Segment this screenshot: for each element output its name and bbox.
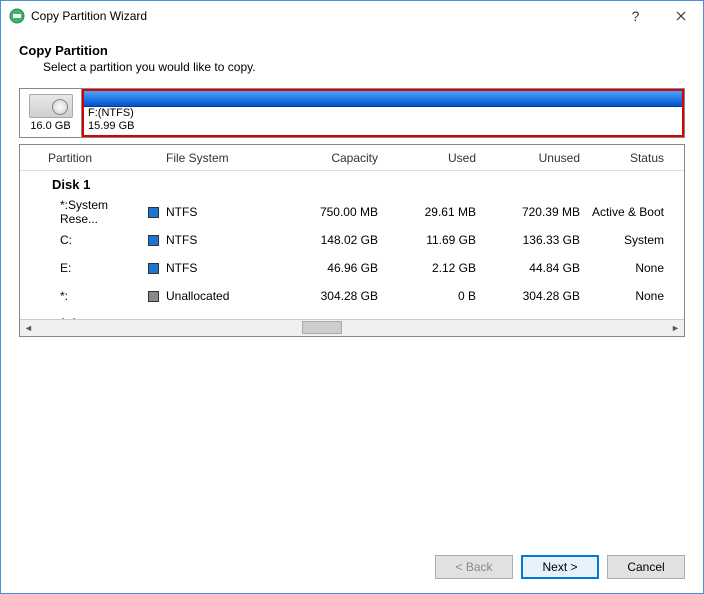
cell-used: 29.61 MB [378,205,476,219]
col-header-filesystem[interactable]: File System [166,151,270,165]
disk-icon [29,94,73,118]
copy-partition-wizard-window: { "window": { "title": "Copy Partition W… [0,0,704,594]
selected-partition-block[interactable]: F:(NTFS) 15.99 GB [82,89,684,137]
disk-group-header: Disk 1 [20,171,684,198]
partition-name-label: F:(NTFS) [84,107,682,120]
cell-capacity: 46.96 GB [270,261,378,275]
cell-filesystem: Unallocated [166,289,270,303]
cell-filesystem: NTFS [166,261,270,275]
cell-fs-indicator [148,261,166,275]
cell-status: None [580,289,678,303]
titlebar: Copy Partition Wizard ? [1,1,703,31]
list-body[interactable]: Disk 1*:System Rese...NTFS750.00 MB29.61… [20,171,684,319]
col-header-unused[interactable]: Unused [476,151,580,165]
partition-usage-bar [84,91,682,107]
scroll-thumb[interactable] [302,321,342,334]
disk-size-label: 16.0 GB [30,120,70,132]
window-title: Copy Partition Wizard [31,9,613,23]
scroll-track[interactable] [37,319,667,336]
scroll-left-arrow[interactable]: ◄ [20,319,37,336]
cell-used: 11.69 GB [378,233,476,247]
cell-unused: 136.33 GB [476,233,580,247]
horizontal-scrollbar[interactable]: ◄ ► [20,319,684,336]
cell-unused: 44.84 GB [476,261,580,275]
cell-partition: C: [20,233,148,247]
cell-capacity: 304.28 GB [270,289,378,303]
cancel-button[interactable]: Cancel [607,555,685,579]
disk-group-header: Disk 2 [20,310,684,319]
col-header-capacity[interactable]: Capacity [270,151,378,165]
page-heading: Copy Partition [19,43,685,58]
col-header-status[interactable]: Status [580,151,678,165]
col-header-partition[interactable]: Partition [20,151,148,165]
cell-status: None [580,261,678,275]
scroll-right-arrow[interactable]: ► [667,319,684,336]
partition-row[interactable]: *:System Rese... NTFS750.00 MB29.61 MB720… [20,198,684,226]
page-subheading: Select a partition you would like to cop… [43,60,685,74]
cell-status: System [580,233,678,247]
cell-unused: 304.28 GB [476,289,580,303]
partition-row[interactable]: *:Unallocated304.28 GB0 B304.28 GBNone [20,282,684,310]
cell-used: 0 B [378,289,476,303]
app-icon [9,8,25,24]
cell-unused: 720.39 MB [476,205,580,219]
help-button[interactable]: ? [613,1,658,31]
list-header: Partition File System Capacity Used Unus… [20,145,684,171]
cell-used: 2.12 GB [378,261,476,275]
disk-overview-bar: 16.0 GB F:(NTFS) 15.99 GB [19,88,685,138]
next-button[interactable]: Next > [521,555,599,579]
cell-filesystem: NTFS [166,233,270,247]
footer-buttons: < Back Next > Cancel [1,541,703,593]
cell-fs-indicator [148,205,166,219]
back-button[interactable]: < Back [435,555,513,579]
col-header-used[interactable]: Used [378,151,476,165]
cell-capacity: 750.00 MB [270,205,378,219]
content-area: Copy Partition Select a partition you wo… [1,31,703,541]
cell-status: Active & Boot [580,205,678,219]
cell-partition: E: [20,261,148,275]
cell-filesystem: NTFS [166,205,270,219]
cell-partition: *: [20,289,148,303]
partition-row[interactable]: E: NTFS46.96 GB2.12 GB44.84 GBNone [20,254,684,282]
partition-row[interactable]: C: NTFS148.02 GB11.69 GB136.33 GBSystem [20,226,684,254]
close-button[interactable] [658,1,703,31]
cell-fs-indicator [148,233,166,247]
cell-fs-indicator [148,289,166,303]
partition-list: Partition File System Capacity Used Unus… [19,144,685,337]
disk-thumbnail: 16.0 GB [20,89,82,137]
cell-partition: *:System Rese... [20,198,148,226]
cell-capacity: 148.02 GB [270,233,378,247]
partition-size-label: 15.99 GB [84,120,682,133]
